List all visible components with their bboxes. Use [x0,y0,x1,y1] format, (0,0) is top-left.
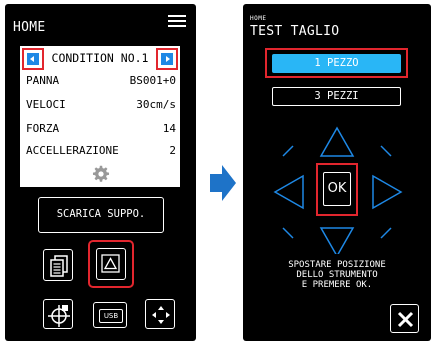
arrow-down-right-button[interactable] [380,227,392,239]
close-icon [397,311,414,328]
param-row-accellerazione: ACCELLERAZIONE 2 [26,144,176,160]
arrow-up-right-button[interactable] [380,145,392,157]
arrow-down-button[interactable] [319,227,355,254]
condition-panel: CONDITION NO.1 PANNA BS001+0 VELOCI 30cm… [20,46,180,187]
usb-button[interactable]: USB [93,302,127,328]
arrow-right-icon [210,165,236,201]
test-cut-button[interactable] [88,240,134,288]
param-key: VELOCI [26,98,66,111]
param-row-forza: FORZA 14 [26,122,176,138]
param-row-veloci: VELOCI 30cm/s [26,98,176,114]
arrow-down-left-button[interactable] [282,227,294,239]
arrow-up-button[interactable] [319,126,355,157]
chevron-left-icon [27,53,39,65]
origin-button[interactable] [43,299,73,329]
dpad-arrows [273,126,403,254]
origin-crosshair-icon [48,305,70,327]
arrow-up-left-button[interactable] [282,145,294,157]
documents-button[interactable] [43,249,73,281]
four-way-arrows-icon [152,306,170,324]
condition-prev-button[interactable] [22,48,44,70]
instruction-line-3: E PREMERE OK. [301,280,373,290]
instruction-line-1: SPOSTARE POSIZIONE [288,260,386,270]
feed-media-button[interactable]: SCARICA SUPPO. [38,197,164,233]
test-cut-button-frame [96,248,126,280]
param-row-panna: PANNA BS001+0 [26,74,176,90]
test-cut-screen: HOME TEST TAGLIO 1 PEZZO 3 PEZZI OK SPOS… [243,4,431,341]
hamburger-menu-icon[interactable] [168,15,186,30]
param-value: 2 [169,144,176,157]
param-value: 14 [162,122,176,135]
document-icon [50,255,68,277]
condition-selector: CONDITION NO.1 [20,48,180,70]
ok-button[interactable]: OK [323,172,351,206]
usb-icon: USB [99,309,123,323]
gear-icon[interactable] [92,165,110,183]
home-screen: HOME CONDITION NO.1 PANNA BS001+0 VELOCI… [5,4,196,341]
close-button[interactable] [390,304,419,333]
condition-next-button[interactable] [156,48,178,70]
param-value: 30cm/s [136,98,176,111]
instruction-line-2: DELLO STRUMENTO [296,270,378,280]
param-key: PANNA [26,74,60,87]
home-title: HOME [13,20,46,35]
move-button[interactable] [145,299,175,329]
param-key: FORZA [26,122,60,135]
triangle-icon [101,254,120,273]
condition-label: CONDITION NO.1 [51,51,149,65]
arrow-right-button[interactable] [372,174,403,210]
chevron-right-icon [161,53,173,65]
param-value: BS001+0 [129,74,176,87]
param-key: ACCELLERAZIONE [26,144,119,157]
arrow-left-button[interactable] [273,174,304,210]
